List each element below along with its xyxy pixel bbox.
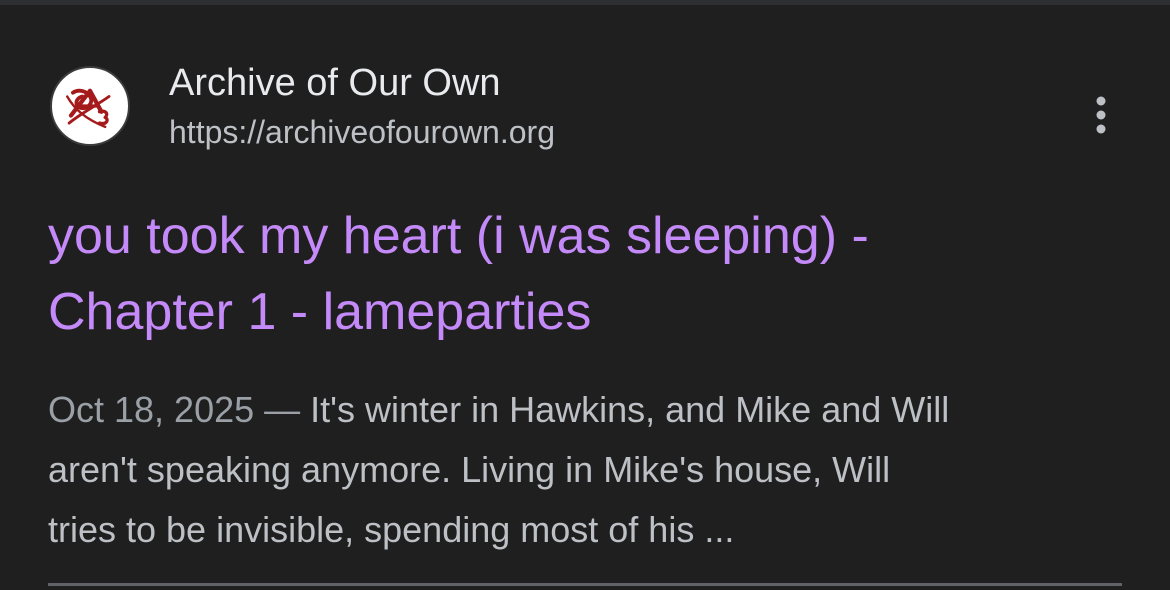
snippet-text-1: It's winter in Hawkins, and Mike and Wil… xyxy=(310,389,950,430)
snippet-line-2: aren't speaking anymore. Living in Mike'… xyxy=(48,449,891,490)
result-title-link[interactable]: you took my heart (i was sleeping) - Cha… xyxy=(48,198,1128,350)
ao3-logo-icon[interactable] xyxy=(50,66,130,146)
more-vert-icon[interactable] xyxy=(1080,92,1122,138)
snippet-line-3: tries to be invisible, spending most of … xyxy=(48,509,735,550)
result-snippet: Oct 18, 2025 — It's winter in Hawkins, a… xyxy=(48,380,1138,560)
title-line-1: you took my heart (i was sleeping) - xyxy=(48,207,869,265)
search-result: Archive of Our Own https://archiveofouro… xyxy=(0,0,1170,590)
title-line-2: Chapter 1 - lameparties xyxy=(48,283,592,341)
snippet-line-1: Oct 18, 2025 — It's winter in Hawkins, a… xyxy=(48,380,1138,440)
result-date: Oct 18, 2025 xyxy=(48,389,255,430)
date-separator: — xyxy=(254,389,311,430)
result-divider xyxy=(48,583,1122,586)
site-url[interactable]: https://archiveofourown.org xyxy=(169,112,555,152)
site-name[interactable]: Archive of Our Own xyxy=(169,60,501,106)
